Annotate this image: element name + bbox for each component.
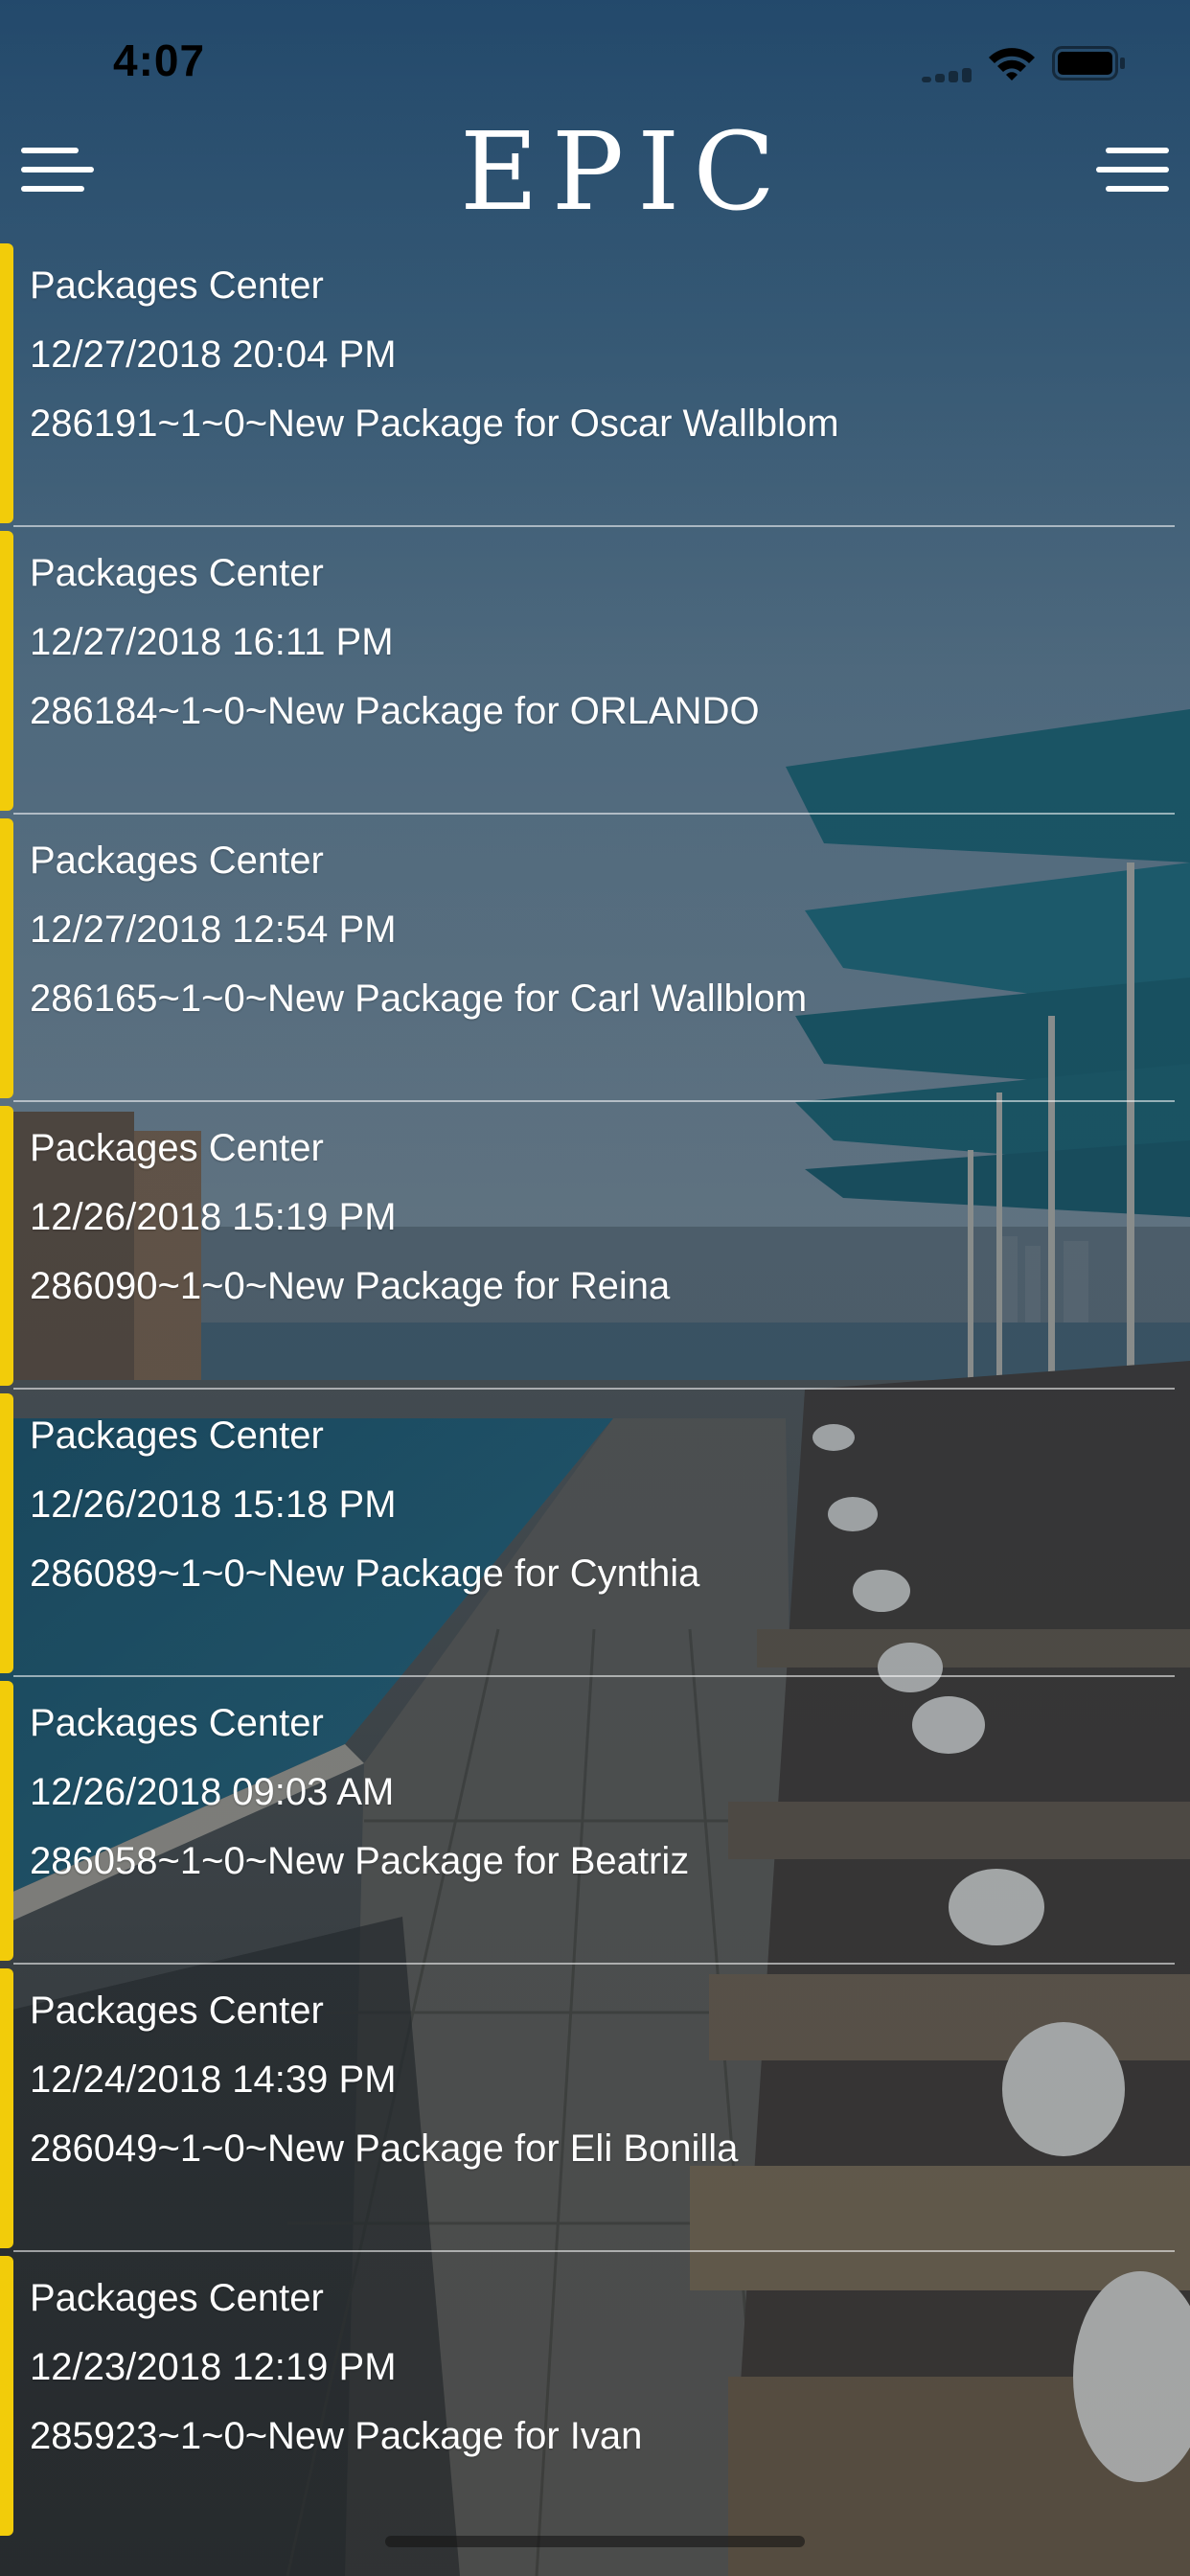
notification-message: 286184~1~0~New Package for ORLANDO	[30, 690, 760, 732]
notification-source: Packages Center	[30, 2277, 324, 2319]
epic-logo: EPIC	[450, 119, 775, 226]
notification-datetime: 12/27/2018 12:54 PM	[30, 908, 397, 951]
hamburger-menu-icon[interactable]	[1096, 138, 1169, 201]
notification-datetime: 12/26/2018 09:03 AM	[30, 1771, 395, 1813]
notification-datetime: 12/23/2018 12:19 PM	[30, 2346, 397, 2388]
notification-item[interactable]: Packages Center 12/23/2018 12:19 PM 2859…	[0, 2252, 1190, 2540]
notification-item[interactable]: Packages Center 12/26/2018 15:18 PM 2860…	[0, 1390, 1190, 1677]
notification-message: 286049~1~0~New Package for Eli Bonilla	[30, 2128, 739, 2170]
notification-source: Packages Center	[30, 1990, 324, 2032]
notification-item[interactable]: Packages Center 12/26/2018 09:03 AM 2860…	[0, 1677, 1190, 1965]
notification-datetime: 12/26/2018 15:19 PM	[30, 1196, 397, 1238]
notification-message: 286058~1~0~New Package for Beatriz	[30, 1840, 690, 1882]
home-indicator[interactable]	[385, 2536, 805, 2547]
accent-bar	[0, 2256, 13, 2536]
notification-list: Packages Center 12/27/2018 20:04 PM 2861…	[0, 240, 1190, 2540]
notification-datetime: 12/27/2018 16:11 PM	[30, 621, 394, 663]
accent-bar	[0, 531, 13, 811]
notification-message: 285923~1~0~New Package for Ivan	[30, 2415, 643, 2457]
cellular-signal-icon	[922, 63, 979, 82]
wifi-icon	[987, 44, 1037, 82]
accent-bar	[0, 1393, 13, 1673]
accent-bar	[0, 1106, 13, 1386]
logo-text: EPIC	[460, 110, 790, 235]
hamburger-menu-icon[interactable]	[21, 138, 94, 201]
status-time: 4:07	[113, 35, 206, 85]
notification-source: Packages Center	[30, 840, 324, 882]
accent-bar	[0, 1681, 13, 1961]
accent-bar	[0, 818, 13, 1098]
notification-message: 286090~1~0~New Package for Reina	[30, 1265, 671, 1307]
notification-message: 286165~1~0~New Package for Carl Wallblom	[30, 978, 808, 1020]
notification-item[interactable]: Packages Center 12/26/2018 15:19 PM 2860…	[0, 1102, 1190, 1390]
notification-source: Packages Center	[30, 1702, 324, 1744]
notification-source: Packages Center	[30, 1414, 324, 1457]
status-bar: 4:07	[0, 0, 1190, 125]
notification-item[interactable]: Packages Center 12/27/2018 20:04 PM 2861…	[0, 240, 1190, 527]
notification-item[interactable]: Packages Center 12/27/2018 12:54 PM 2861…	[0, 815, 1190, 1102]
battery-icon	[1052, 46, 1127, 80]
notification-source: Packages Center	[30, 552, 324, 594]
notification-datetime: 12/24/2018 14:39 PM	[30, 2058, 397, 2101]
notification-message: 286089~1~0~New Package for Cynthia	[30, 1552, 700, 1595]
nav-header: EPIC	[0, 119, 1190, 240]
accent-bar	[0, 243, 13, 523]
notification-item[interactable]: Packages Center 12/24/2018 14:39 PM 2860…	[0, 1965, 1190, 2252]
notification-source: Packages Center	[30, 1127, 324, 1169]
notification-item[interactable]: Packages Center 12/27/2018 16:11 PM 2861…	[0, 527, 1190, 815]
notification-datetime: 12/26/2018 15:18 PM	[30, 1484, 397, 1526]
accent-bar	[0, 1968, 13, 2248]
notification-source: Packages Center	[30, 264, 324, 307]
notification-datetime: 12/27/2018 20:04 PM	[30, 334, 397, 376]
notification-message: 286191~1~0~New Package for Oscar Wallblo…	[30, 402, 839, 445]
